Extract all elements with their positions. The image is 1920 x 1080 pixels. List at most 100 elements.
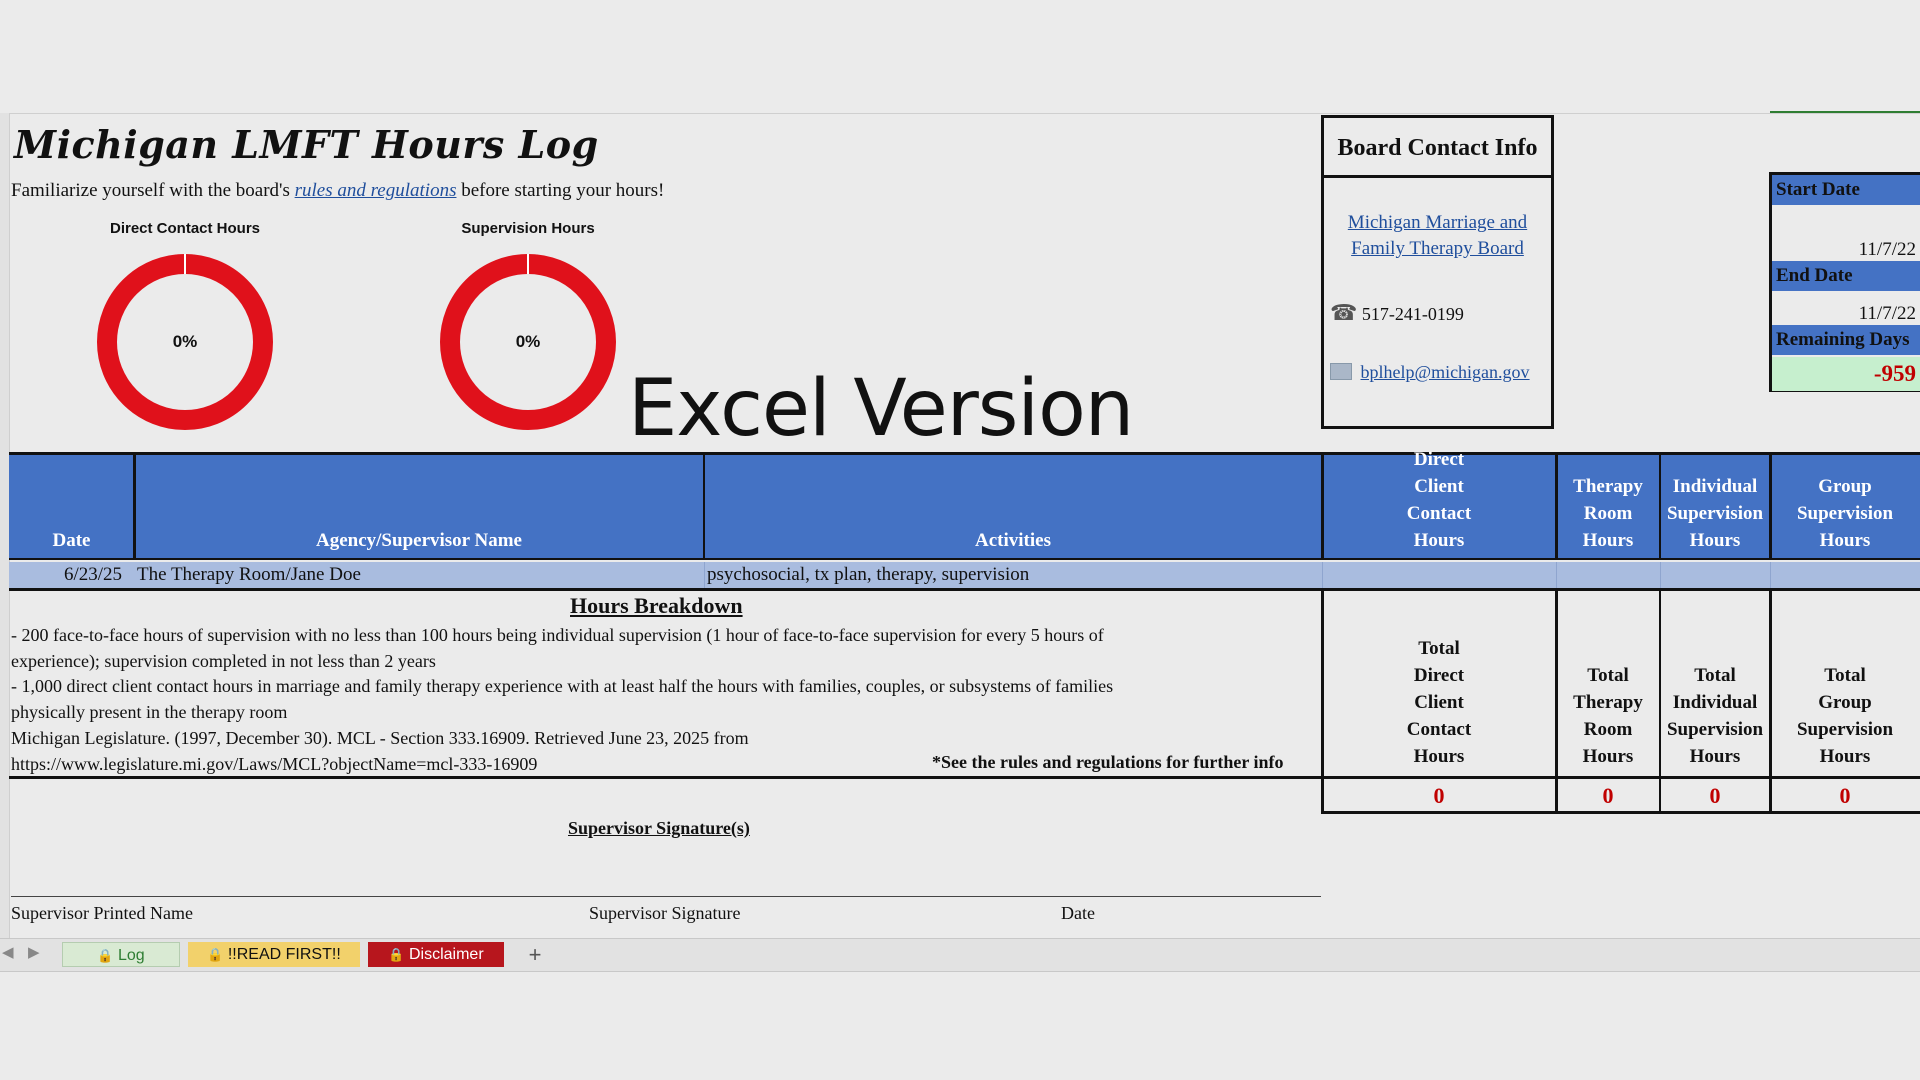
- total-group-l4: Hours: [1819, 746, 1871, 767]
- intro-after: before starting your hours!: [456, 180, 665, 201]
- header-therapy-l2: Room: [1583, 503, 1633, 524]
- direct-percent: 0%: [172, 332, 198, 351]
- header-direct-l3: Contact: [1406, 503, 1472, 524]
- total-group-value: 0: [1839, 783, 1851, 808]
- header-therapy-l3: Hours: [1582, 530, 1634, 551]
- supervision-chart-title: Supervision Hours: [461, 220, 595, 237]
- total-therapy-l1: Total: [1587, 665, 1629, 686]
- tab-disclaimer[interactable]: 🔒 Disclaimer: [368, 942, 504, 967]
- header-agency: Agency/Supervisor Name: [134, 452, 704, 560]
- header-group-l3: Hours: [1819, 530, 1871, 551]
- header-group-l2: Supervision: [1796, 503, 1894, 524]
- total-group-header: Total Group Supervision Hours: [1770, 590, 1920, 778]
- supervision-percent: 0%: [515, 332, 541, 351]
- sheet-top-border: [0, 113, 1920, 114]
- intro-text: Familiarize yourself with the board's ru…: [11, 180, 664, 202]
- tab-read-first-label: !!READ FIRST!!: [227, 946, 341, 963]
- email-row[interactable]: bplhelp@michigan.gov: [1330, 362, 1530, 383]
- remaining-days-label: Remaining Days: [1772, 325, 1920, 355]
- header-therapy-l1: Therapy: [1573, 476, 1643, 497]
- signature-line: [11, 896, 1321, 897]
- intro-before: Familiarize yourself with the board's: [11, 180, 295, 201]
- phone-icon: ☎: [1330, 300, 1358, 325]
- excel-version-overlay: Excel Version: [628, 364, 1134, 454]
- breakdown-line-4: physically present in the therapy room: [11, 702, 288, 722]
- total-direct-value: 0: [1433, 783, 1445, 808]
- breakdown-line-1: - 200 face-to-face hours of supervision …: [11, 625, 1104, 645]
- tab-disclaimer-label: Disclaimer: [408, 946, 484, 963]
- total-individual-header: Total Individual Supervision Hours: [1660, 590, 1770, 778]
- header-agency-text: Agency/Supervisor Name: [316, 530, 522, 551]
- rules-link[interactable]: rules and regulations: [295, 180, 457, 201]
- header-sep-4: [1555, 452, 1558, 560]
- tab-log[interactable]: 🔒 Log: [62, 942, 180, 967]
- header-individual-l3: Hours: [1689, 530, 1741, 551]
- header-individual: Individual Supervision Hours: [1660, 452, 1770, 560]
- tab-log-label: Log: [117, 947, 145, 964]
- printed-name-label: Supervisor Printed Name: [11, 903, 193, 923]
- total-direct-l2: Direct: [1413, 665, 1465, 686]
- date-panel: Start Date 11/7/22 End Date 11/7/22 Rema…: [1769, 172, 1920, 392]
- total-direct-l1: Total: [1418, 638, 1460, 659]
- header-therapy-room: Therapy Room Hours: [1556, 452, 1660, 560]
- header-sep-1: [133, 452, 136, 560]
- board-link[interactable]: Michigan Marriage and Family Therapy Boa…: [1324, 210, 1551, 262]
- table-row[interactable]: 6/23/25 The Therapy Room/Jane Doe psycho…: [9, 562, 1920, 588]
- header-group-text: Group Supervision Hours: [1770, 473, 1920, 554]
- row-date[interactable]: 6/23/25: [64, 564, 122, 586]
- header-activities: Activities: [704, 452, 1322, 560]
- next-sheet-arrow-icon[interactable]: ▶: [28, 943, 40, 961]
- total-individual-l2: Individual: [1672, 692, 1758, 713]
- mail-icon: [1330, 363, 1352, 380]
- lock-icon: 🔒: [388, 947, 405, 962]
- lock-icon: 🔒: [207, 947, 224, 962]
- header-individual-text: Individual Supervision Hours: [1660, 473, 1770, 554]
- column-top-highlight: [1770, 111, 1920, 113]
- end-date-label: End Date: [1772, 261, 1920, 291]
- phone-row: ☎ 517-241-0199: [1330, 300, 1464, 326]
- start-date-value[interactable]: 11/7/22: [1859, 239, 1916, 261]
- total-therapy-value: 0: [1602, 783, 1614, 808]
- header-date: Date: [9, 452, 134, 560]
- add-sheet-button[interactable]: +: [520, 942, 550, 967]
- total-individual-l3: Supervision: [1666, 719, 1764, 740]
- direct-chart-title: Direct Contact Hours: [109, 220, 261, 237]
- header-sep-3: [1321, 452, 1324, 560]
- total-individual-value: 0: [1709, 783, 1721, 808]
- row-agency[interactable]: The Therapy Room/Jane Doe: [137, 564, 361, 586]
- header-direct-l1: Direct: [1413, 449, 1465, 470]
- sheet-tab-bar: ◀ ▶ 🔒 Log 🔒 !!READ FIRST!! 🔒 Disclaimer …: [0, 938, 1920, 972]
- row-sep-b: [1322, 562, 1323, 588]
- see-rules-note: *See the rules and regulations for furth…: [932, 752, 1284, 772]
- total-therapy-l4: Hours: [1582, 746, 1634, 767]
- header-date-text: Date: [52, 530, 91, 551]
- row-activities[interactable]: psychosocial, tx plan, therapy, supervis…: [707, 564, 1029, 586]
- contact-heading: Board Contact Info: [1324, 118, 1551, 178]
- header-sep-6: [1769, 452, 1772, 560]
- email-link[interactable]: bplhelp@michigan.gov: [1361, 362, 1530, 382]
- total-direct-l5: Hours: [1413, 746, 1465, 767]
- total-group-l3: Supervision: [1796, 719, 1894, 740]
- total-direct-l3: Client: [1414, 692, 1464, 713]
- header-sep-2: [703, 452, 705, 560]
- header-direct: Direct Client Contact Hours: [1322, 449, 1556, 560]
- phone-number: 517-241-0199: [1361, 304, 1464, 324]
- total-direct-header: Total Direct Client Contact Hours: [1322, 590, 1556, 778]
- total-direct-l4: Contact: [1406, 719, 1472, 740]
- prev-sheet-arrow-icon[interactable]: ◀: [2, 943, 14, 961]
- tab-read-first[interactable]: 🔒 !!READ FIRST!!: [188, 942, 360, 967]
- board-link-line2[interactable]: Family Therapy Board: [1324, 236, 1551, 262]
- total-therapy-l3: Room: [1583, 719, 1633, 740]
- board-contact-box: Board Contact Info Michigan Marriage and…: [1321, 115, 1554, 429]
- hours-breakdown-title: Hours Breakdown: [570, 593, 743, 618]
- board-link-line1[interactable]: Michigan Marriage and: [1324, 210, 1551, 236]
- breakdown-line-5: Michigan Legislature. (1997, December 30…: [11, 728, 749, 748]
- breakdown-line-3: - 1,000 direct client contact hours in m…: [11, 676, 1114, 696]
- header-individual-l2: Supervision: [1666, 503, 1764, 524]
- header-direct-l4: Hours: [1413, 530, 1465, 551]
- end-date-value[interactable]: 11/7/22: [1859, 303, 1916, 325]
- signature-label: Supervisor Signature: [589, 903, 741, 923]
- supervisor-signature-title: Supervisor Signature(s): [568, 818, 750, 838]
- total-therapy-header: Total Therapy Room Hours: [1556, 590, 1660, 778]
- total-individual-l4: Hours: [1689, 746, 1741, 767]
